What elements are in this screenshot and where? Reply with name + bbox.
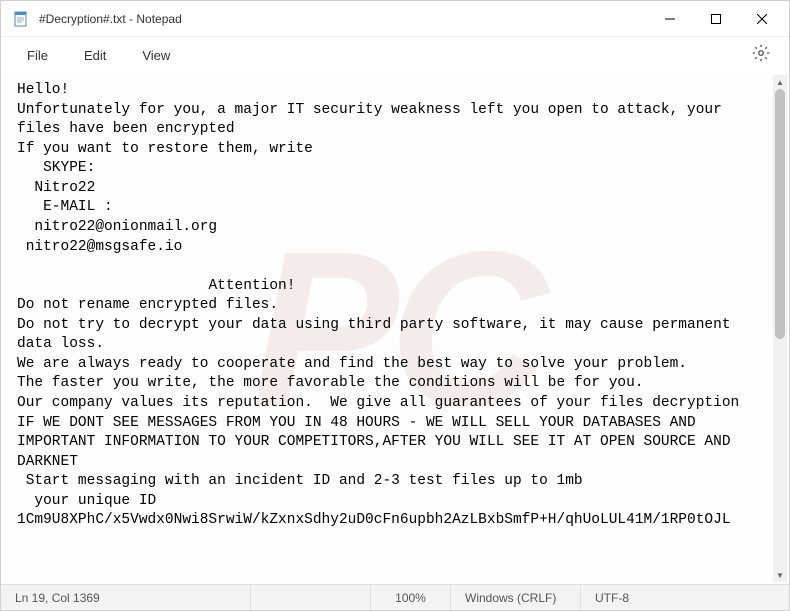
titlebar: #Decryption#.txt - Notepad: [1, 1, 789, 37]
menu-edit[interactable]: Edit: [68, 42, 122, 69]
window-title: #Decryption#.txt - Notepad: [39, 12, 647, 26]
notepad-window: #Decryption#.txt - Notepad File Edit Vie…: [0, 0, 790, 611]
minimize-button[interactable]: [647, 1, 693, 37]
close-button[interactable]: [739, 1, 785, 37]
status-zoom[interactable]: 100%: [371, 585, 451, 610]
menubar: File Edit View: [1, 37, 789, 73]
notepad-app-icon: [13, 11, 29, 27]
vertical-scrollbar[interactable]: ▲ ▼: [773, 75, 787, 582]
status-encoding: UTF-8: [581, 585, 681, 610]
scroll-up-arrow[interactable]: ▲: [773, 75, 787, 89]
statusbar: Ln 19, Col 1369 100% Windows (CRLF) UTF-…: [1, 584, 789, 610]
settings-button[interactable]: [743, 37, 779, 73]
status-eol: Windows (CRLF): [451, 585, 581, 610]
document-text[interactable]: Hello! Unfortunately for you, a major IT…: [1, 73, 789, 584]
status-position: Ln 19, Col 1369: [1, 585, 251, 610]
maximize-button[interactable]: [693, 1, 739, 37]
status-spacer: [251, 585, 371, 610]
menu-view[interactable]: View: [126, 42, 186, 69]
scroll-down-arrow[interactable]: ▼: [773, 568, 787, 582]
editor-area: PC Hello! Unfortunately for you, a major…: [1, 73, 789, 584]
window-controls: [647, 1, 785, 37]
menu-file[interactable]: File: [11, 42, 64, 69]
gear-icon: [752, 44, 770, 67]
scrollbar-thumb[interactable]: [775, 89, 785, 339]
